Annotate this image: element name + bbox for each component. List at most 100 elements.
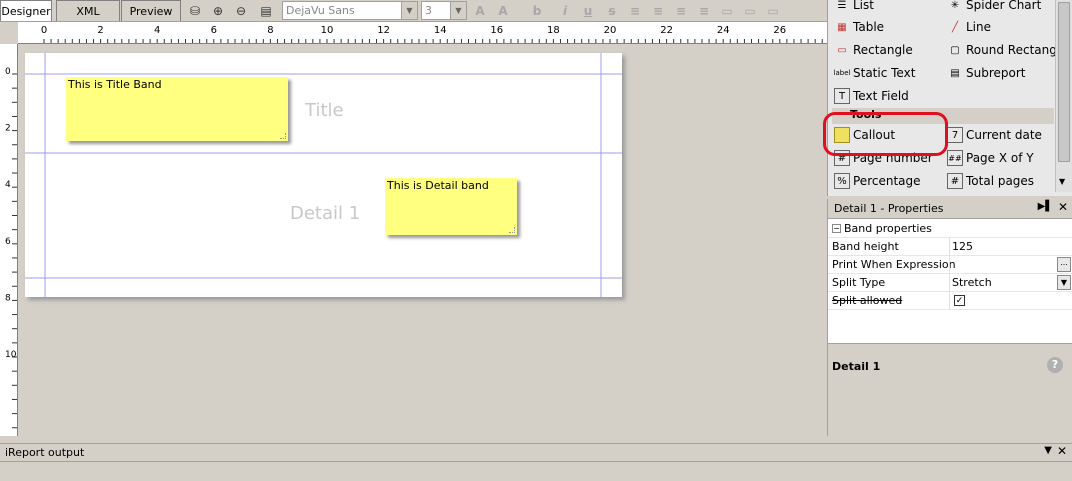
prop-value[interactable]: 125 [952,240,973,253]
align-center-icon[interactable]: ≡ [649,2,667,19]
palette-item-total-pages[interactable]: # Total pages [947,171,1034,191]
collapse-icon[interactable]: − [832,224,841,233]
ruler-label: 2 [5,124,11,134]
align-bottom-icon[interactable]: ▭ [764,2,782,19]
palette-item-list[interactable]: ☰ List [834,0,874,15]
palette-item-spider-chart[interactable]: ✳ Spider Chart [947,0,1042,15]
band-properties-section[interactable]: − Band properties [828,220,1072,238]
decrease-font-icon[interactable]: A [494,2,512,19]
ruler-label: 0 [5,67,11,77]
ruler-label: 24 [717,25,730,36]
tab-xml[interactable]: XML [56,0,120,21]
palette-item-rectangle[interactable]: ▭ Rectangle [834,40,913,60]
font-family-select[interactable]: DejaVu Sans ▼ [282,1,418,20]
ruler-label: 10 [5,350,17,360]
palette-item-table[interactable]: ▦ Table [834,17,884,37]
scrollbar-thumb[interactable] [1058,2,1070,162]
close-icon[interactable]: ✕ [1058,200,1068,214]
underline-icon[interactable]: u [579,2,597,19]
ruler-label: 12 [377,25,390,36]
vertical-ruler-ticks: 0 2 4 6 8 10 [5,67,17,429]
palette-item-line[interactable]: ╱ Line [947,17,991,37]
palette-item-current-date[interactable]: 7 Current date [947,125,1042,145]
zoom-out-icon[interactable]: ⊖ [232,2,250,19]
format-icon[interactable]: ▤ [257,2,275,19]
font-family-value: DejaVu Sans [286,4,355,17]
zoom-in-icon[interactable]: ⊕ [209,2,227,19]
ellipsis-button[interactable]: ... [1057,257,1071,272]
prop-row-split-type[interactable]: Split Type Stretch ▼ [828,274,1072,292]
palette-item-subreport[interactable]: ▤ Subreport [947,63,1026,83]
horizontal-ruler: 0 2 4 6 8 10 12 14 16 18 20 22 24 26 [18,22,827,44]
prop-row-band-height[interactable]: Band height 125 [828,238,1072,256]
palette-item-text-field[interactable]: T Text Field [834,86,909,106]
ruler-label: 8 [5,293,11,303]
scroll-down-icon[interactable]: ▼ [1059,177,1065,186]
font-size-select[interactable]: 3 ▼ [421,1,467,20]
dock-icon[interactable]: ▶▌ [1038,201,1053,212]
help-icon[interactable]: ? [1047,357,1063,373]
palette-item-page-x-of-y[interactable]: ## Page X of Y [947,148,1034,168]
increase-font-icon[interactable]: A [471,2,489,19]
detail-callout[interactable]: This is Detail band [385,178,517,235]
ruler-corner [0,22,18,44]
palette-scrollbar[interactable]: ▼ [1055,0,1072,192]
chevron-down-icon[interactable]: ▼ [401,2,417,19]
minimize-icon[interactable]: ▼ [1044,445,1052,456]
ruler-label: 22 [660,25,673,36]
align-middle-icon[interactable]: ▭ [741,2,759,19]
prop-row-split-allowed[interactable]: Split allowed ✓ [828,292,1072,310]
ruler-label: 8 [267,25,273,36]
list-icon: ☰ [837,0,847,11]
tab-preview[interactable]: Preview [121,0,181,21]
align-top-icon[interactable]: ▭ [718,2,736,19]
palette-item-label: Line [966,20,992,34]
ruler-label: 10 [321,25,334,36]
italic-icon[interactable]: i [556,2,574,19]
page-x-of-y-icon: ## [947,150,963,166]
ruler-label: 2 [97,25,103,36]
resize-grip-icon[interactable] [509,227,515,233]
tab-designer[interactable]: Designer [0,0,52,21]
design-canvas[interactable]: Title Detail 1 This is Title Band This i… [18,44,827,436]
ruler-label: 14 [434,25,447,36]
align-justify-icon[interactable]: ≡ [695,2,713,19]
close-icon[interactable]: ✕ [1057,444,1067,458]
bold-icon[interactable]: b [528,2,546,19]
ruler-label: 26 [773,25,786,36]
properties-title-bar: Detail 1 - Properties ▶▌ ✕ [828,199,1072,219]
palette-panel: ☰ List ✳ Spider Chart ▦ Table ╱ Line ▭ R… [827,0,1072,196]
report-page[interactable]: Title Detail 1 This is Title Band This i… [25,53,622,297]
prop-value[interactable]: Stretch [952,276,992,289]
callout-highlight-ring [823,112,948,156]
ruler-label: 18 [547,25,560,36]
ruler-label: 6 [211,25,217,36]
properties-panel: Detail 1 - Properties ▶▌ ✕ − Band proper… [827,199,1072,436]
chevron-down-icon[interactable]: ▼ [1057,275,1071,290]
checkbox[interactable]: ✓ [954,295,965,306]
palette-item-label: Total pages [966,174,1035,188]
spider-chart-icon: ✳ [950,0,960,11]
align-left-icon[interactable]: ≡ [626,2,644,19]
round-rectangle-icon: ▢ [950,44,960,56]
percentage-icon: % [834,173,850,189]
detail-callout-text: This is Detail band [387,179,489,192]
database-icon[interactable]: ⛁ [186,2,204,19]
chevron-down-icon[interactable]: ▼ [450,2,466,19]
ruler-label: 20 [604,25,617,36]
prop-row-print-when[interactable]: Print When Expression ... [828,256,1072,274]
line-icon: ╱ [951,21,959,33]
detail-band-label: Detail 1 [290,203,361,224]
align-right-icon[interactable]: ≡ [672,2,690,19]
palette-item-static-text[interactable]: label Static Text [834,63,916,83]
palette-item-label: Subreport [966,66,1026,80]
palette-item-label: Current date [966,128,1042,142]
palette-item-label: Spider Chart [966,0,1042,12]
output-panel: iReport output ▼ ✕ [0,443,1072,481]
palette-item-percentage[interactable]: % Percentage [834,171,921,191]
title-callout[interactable]: This is Title Band [66,77,288,141]
description-title: Detail 1 [832,360,881,373]
palette-item-round-rectangle[interactable]: ▢ Round Rectangle [947,40,1067,60]
resize-grip-icon[interactable] [280,133,286,139]
strikethrough-icon[interactable]: s [603,2,621,19]
